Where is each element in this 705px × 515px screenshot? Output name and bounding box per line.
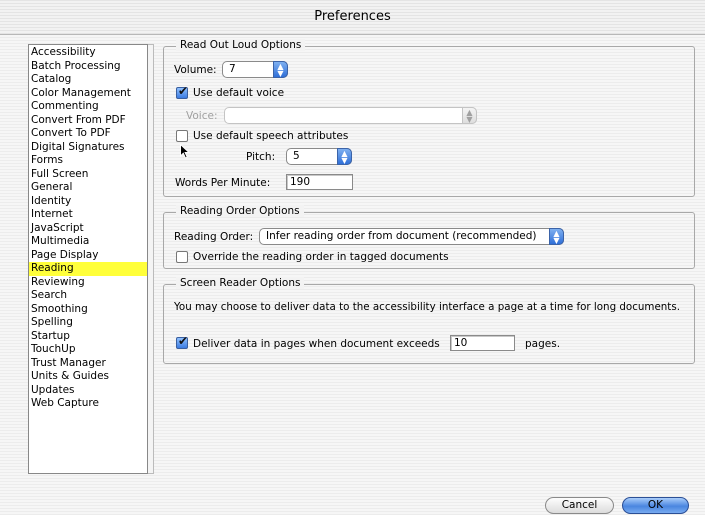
sidebar-item-web-capture[interactable]: Web Capture [29, 397, 147, 411]
sidebar-item-digital-signatures[interactable]: Digital Signatures [29, 141, 147, 155]
words-per-minute-value: 190 [290, 176, 311, 188]
sidebar-item-convert-to-pdf[interactable]: Convert To PDF [29, 127, 147, 141]
sidebar-item-search[interactable]: Search [29, 289, 147, 303]
sidebar-item-commenting[interactable]: Commenting [29, 100, 147, 114]
reading-order-label: Reading Order: [174, 231, 254, 243]
category-list[interactable]: Accessibility Batch Processing Catalog Colo… [28, 44, 154, 474]
sidebar-item-catalog[interactable]: Catalog [29, 73, 147, 87]
category-list-scrollbar[interactable] [148, 44, 154, 474]
pages-suffix-label: pages. [525, 338, 561, 350]
sidebar-item-trust-manager[interactable]: Trust Manager [29, 357, 147, 371]
popup-arrows-icon: ▲ ▼ [462, 107, 477, 124]
read-out-loud-legend: Read Out Loud Options [176, 39, 306, 51]
use-default-voice-label: Use default voice [193, 87, 285, 99]
screen-reader-legend: Screen Reader Options [176, 277, 305, 289]
override-reading-order-checkbox[interactable] [176, 251, 188, 263]
sidebar-item-multimedia[interactable]: Multimedia [29, 235, 147, 249]
screen-reader-group: Screen Reader Options [163, 277, 695, 364]
deliver-data-label: Deliver data in pages when document exce… [193, 338, 440, 350]
use-default-speech-checkbox[interactable] [176, 130, 188, 142]
ok-button-label: OK [647, 499, 664, 511]
sidebar-item-identity[interactable]: Identity [29, 195, 147, 209]
sidebar-item-startup[interactable]: Startup [29, 330, 147, 344]
sidebar-item-full-screen[interactable]: Full Screen [29, 168, 147, 182]
sidebar-item-batch-processing[interactable]: Batch Processing [29, 60, 147, 74]
volume-value: 7 [229, 63, 236, 75]
deliver-data-checkbox[interactable]: ✔ [176, 334, 189, 349]
pages-threshold-field[interactable]: 10 [450, 335, 515, 351]
reading-order-legend: Reading Order Options [176, 205, 304, 217]
override-reading-order-label: Override the reading order in tagged doc… [193, 251, 449, 263]
cancel-button-label: Cancel [561, 499, 598, 511]
sidebar-item-general[interactable]: General [29, 181, 147, 195]
screen-reader-description: You may choose to deliver data to the ac… [174, 301, 680, 313]
pages-threshold-value: 10 [454, 337, 468, 349]
sidebar-item-reviewing[interactable]: Reviewing [29, 276, 147, 290]
sidebar-item-smoothing[interactable]: Smoothing [29, 303, 147, 317]
popup-arrows-icon: ▲ ▼ [549, 228, 564, 245]
pitch-label: Pitch: [246, 151, 276, 163]
words-per-minute-field[interactable]: 190 [286, 174, 353, 190]
mouse-pointer-icon [180, 144, 191, 159]
words-per-minute-label: Words Per Minute: [175, 177, 271, 189]
sidebar-item-units-guides[interactable]: Units & Guides [29, 370, 147, 384]
reading-order-value: Infer reading order from document (recom… [266, 230, 537, 242]
sidebar-item-forms[interactable]: Forms [29, 154, 147, 168]
sidebar-item-reading[interactable]: Reading [29, 262, 147, 276]
use-default-speech-label: Use default speech attributes [193, 130, 349, 142]
sidebar-item-internet[interactable]: Internet [29, 208, 147, 222]
window-title-bar: Preferences [0, 0, 705, 35]
sidebar-item-page-display[interactable]: Page Display [29, 249, 147, 263]
sidebar-item-accessibility[interactable]: Accessibility [29, 46, 147, 60]
volume-popup[interactable]: 7 ▲ ▼ [222, 61, 288, 78]
cancel-button[interactable]: Cancel [545, 497, 614, 514]
ok-button[interactable]: OK [622, 497, 689, 514]
pitch-popup[interactable]: 5 ▲ ▼ [286, 148, 352, 165]
window-title: Preferences [314, 9, 391, 24]
use-default-voice-checkbox[interactable]: ✔ [176, 84, 189, 99]
voice-popup[interactable]: ▲ ▼ [224, 107, 477, 124]
sidebar-item-updates[interactable]: Updates [29, 384, 147, 398]
voice-label: Voice: [186, 110, 218, 122]
sidebar-item-convert-from-pdf[interactable]: Convert From PDF [29, 114, 147, 128]
popup-arrows-icon: ▲ ▼ [337, 148, 352, 165]
checkmark-icon: ✔ [178, 84, 189, 98]
sidebar-item-spelling[interactable]: Spelling [29, 316, 147, 330]
sidebar-item-touchup[interactable]: TouchUp [29, 343, 147, 357]
volume-label: Volume: [174, 64, 217, 76]
sidebar-item-javascript[interactable]: JavaScript [29, 222, 147, 236]
sidebar-item-color-management[interactable]: Color Management [29, 87, 147, 101]
pitch-value: 5 [293, 150, 300, 162]
reading-order-popup[interactable]: Infer reading order from document (recom… [259, 228, 564, 245]
popup-arrows-icon: ▲ ▼ [273, 61, 288, 78]
checkmark-icon: ✔ [178, 334, 189, 348]
